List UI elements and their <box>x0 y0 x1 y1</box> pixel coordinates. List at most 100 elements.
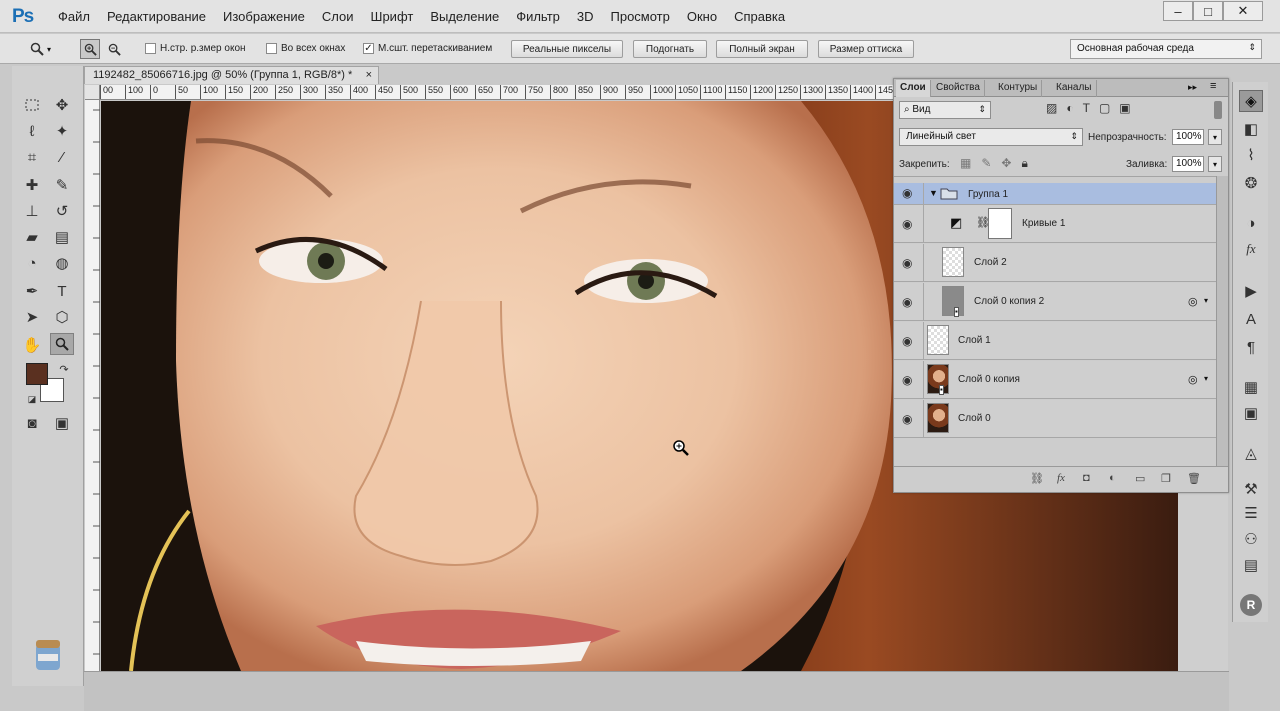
character-panel-icon[interactable]: A <box>1239 308 1263 330</box>
pen-tool-icon[interactable]: ✒ <box>20 280 44 302</box>
panel-menu-icon[interactable]: ≡ <box>1210 80 1216 92</box>
default-colors-icon[interactable]: ◪ <box>20 388 44 410</box>
type-tool-icon[interactable]: T <box>50 280 74 302</box>
clone-stamp-icon[interactable]: ⊥ <box>20 200 44 222</box>
menu-window[interactable]: Окно <box>687 9 717 24</box>
swap-colors-icon[interactable]: ↷ <box>52 358 76 380</box>
eyedropper-icon[interactable]: ⁄ <box>50 146 74 168</box>
tool-presets-icon[interactable]: ⚒ <box>1239 478 1263 500</box>
hand-tool-icon[interactable]: ✋ <box>20 334 44 356</box>
menu-image[interactable]: Изображение <box>223 9 305 24</box>
zoom-out-button[interactable] <box>104 39 124 59</box>
shape-filter-icon[interactable]: ▢ <box>1099 101 1110 115</box>
lasso-tool-icon[interactable]: ℓ <box>20 120 44 142</box>
adjustment-filter-icon[interactable]: ◐ <box>1066 101 1073 115</box>
new-group-icon[interactable]: ▭ <box>1135 472 1145 485</box>
close-window-button[interactable]: ✕ <box>1223 1 1263 21</box>
layer-row-layer-2[interactable]: ◉ Слой 2 <box>894 244 1216 282</box>
opacity-dropdown-icon[interactable]: ▾ <box>1208 129 1222 145</box>
menu-edit[interactable]: Редактирование <box>107 9 206 24</box>
adjustment-layer-icon[interactable]: ◐ <box>1109 472 1116 484</box>
channels-panel-icon[interactable]: ◧ <box>1239 118 1263 140</box>
paragraph-panel-icon[interactable]: ¶ <box>1239 336 1263 358</box>
paths-panel-icon[interactable]: ⌇ <box>1239 144 1263 166</box>
fx-icon[interactable]: fx <box>1057 472 1065 484</box>
add-mask-icon[interactable]: ◘ <box>1083 472 1090 484</box>
eye-icon[interactable]: ◉ <box>902 296 916 308</box>
menu-file[interactable]: Файл <box>58 9 90 24</box>
lock-pixels-icon[interactable]: ✎ <box>981 156 991 171</box>
lock-transparency-icon[interactable]: ▦ <box>960 156 971 171</box>
blur-tool-icon[interactable]: ◔ <box>20 252 44 274</box>
layer-row-layer-1[interactable]: ◉ Слой 1 <box>894 322 1216 360</box>
layer-row-layer-0-copy-2[interactable]: ◉ ▪ Слой 0 копия 2 ◎ ▾ <box>894 283 1216 321</box>
eye-icon[interactable]: ◉ <box>902 257 916 269</box>
tab-paths[interactable]: Контуры <box>994 80 1043 97</box>
styles-panel-icon[interactable]: fx <box>1239 238 1263 260</box>
menu-view[interactable]: Просмотр <box>611 9 670 24</box>
layer-row-layer-0[interactable]: ◉ Слой 0 <box>894 400 1216 438</box>
lock-position-icon[interactable]: ✥ <box>1001 156 1011 171</box>
menu-type[interactable]: Шрифт <box>371 9 414 24</box>
actions-panel-icon[interactable]: ▶ <box>1239 280 1263 302</box>
r-badge-icon[interactable]: R <box>1240 594 1262 616</box>
expand-arrow-icon[interactable]: ▾ <box>1204 296 1208 305</box>
fill-dropdown-icon[interactable]: ▾ <box>1208 156 1222 172</box>
notes-panel-icon[interactable]: ▤ <box>1239 554 1263 576</box>
history-brush-icon[interactable]: ↺ <box>50 200 74 222</box>
layer-filter-select[interactable]: ⌕ Вид ⇕ <box>899 101 991 119</box>
eye-icon[interactable]: ◉ <box>902 335 916 347</box>
eye-icon[interactable]: ◉ <box>902 187 916 199</box>
menu-3d[interactable]: 3D <box>577 9 594 24</box>
lock-all-icon[interactable]: 🔒︎ <box>1021 156 1027 171</box>
new-layer-icon[interactable]: ❐ <box>1161 472 1171 485</box>
scrubby-zoom-checkbox[interactable]: ✓ М.сшт. перетаскиванием <box>363 43 492 54</box>
info-panel-icon[interactable]: ◬ <box>1239 442 1263 464</box>
fit-screen-button[interactable]: Подогнать <box>633 40 707 58</box>
tab-layers[interactable]: Слои <box>896 80 931 97</box>
delete-layer-icon[interactable]: 🗑︎ <box>1187 472 1201 485</box>
layers-scrollbar[interactable] <box>1216 176 1228 466</box>
shape-tool-icon[interactable]: ⬡ <box>50 306 74 328</box>
maximize-button[interactable]: □ <box>1193 1 1223 21</box>
healing-brush-icon[interactable]: ✚ <box>20 174 44 196</box>
eye-icon[interactable]: ◉ <box>902 218 916 230</box>
print-size-button[interactable]: Размер оттиска <box>818 40 914 58</box>
full-screen-button[interactable]: Полный экран <box>716 40 808 58</box>
eye-icon[interactable]: ◉ <box>902 413 916 425</box>
brush-tool-icon[interactable]: ✎ <box>50 174 74 196</box>
filter-toggle[interactable] <box>1214 101 1222 119</box>
move-tool-icon[interactable]: ✥ <box>50 94 74 116</box>
type-filter-icon[interactable]: T <box>1083 101 1090 115</box>
actual-pixels-button[interactable]: Реальные пикселы <box>511 40 623 58</box>
link-layers-icon[interactable]: ⛓︎ <box>1030 472 1044 485</box>
path-selection-icon[interactable]: ➤ <box>20 306 44 328</box>
layer-row-curves-1[interactable]: ◉ ◩ ⛓︎ Кривые 1 <box>894 205 1216 243</box>
brush-settings-icon[interactable]: ☰ <box>1239 502 1263 524</box>
workspace-select[interactable]: Основная рабочая среда ⇕ <box>1070 39 1262 59</box>
pixel-filter-icon[interactable]: ▨ <box>1046 101 1057 115</box>
tab-properties[interactable]: Свойства <box>932 80 985 97</box>
menu-select[interactable]: Выделение <box>430 9 499 24</box>
layer-row-group-1[interactable]: ◉ ▼ Группа 1 <box>894 183 1216 205</box>
layers-panel-icon[interactable]: ◈ <box>1239 90 1263 112</box>
eraser-icon[interactable]: ▰ <box>20 226 44 248</box>
magic-wand-icon[interactable]: ✦ <box>50 120 74 142</box>
tab-channels[interactable]: Каналы <box>1052 80 1097 97</box>
foreground-color-swatch-top[interactable] <box>26 363 48 385</box>
screen-mode-icon[interactable]: ▣ <box>50 412 74 434</box>
ruler-origin[interactable] <box>85 85 100 100</box>
panel-collapse-icon[interactable]: ▸▸ <box>1188 82 1197 93</box>
disclosure-triangle-icon[interactable]: ▼ <box>929 188 938 198</box>
smart-filter-icon[interactable]: ◎ <box>1188 295 1198 308</box>
zoom-tool-preset[interactable]: ▾ <box>30 40 68 58</box>
smart-object-filter-icon[interactable]: ▣ <box>1119 101 1130 115</box>
quick-mask-icon[interactable]: ◙ <box>20 412 44 434</box>
gradient-icon[interactable]: ▤ <box>50 226 74 248</box>
blend-mode-select[interactable]: Линейный свет ⇕ <box>899 128 1083 146</box>
menu-layers[interactable]: Слои <box>322 9 354 24</box>
clone-source-icon[interactable]: ⚇ <box>1239 528 1263 550</box>
menu-filter[interactable]: Фильтр <box>516 9 560 24</box>
marquee-tool-icon[interactable] <box>20 94 44 116</box>
document-tab[interactable]: 1192482_85066716.jpg @ 50% (Группа 1, RG… <box>84 66 379 84</box>
